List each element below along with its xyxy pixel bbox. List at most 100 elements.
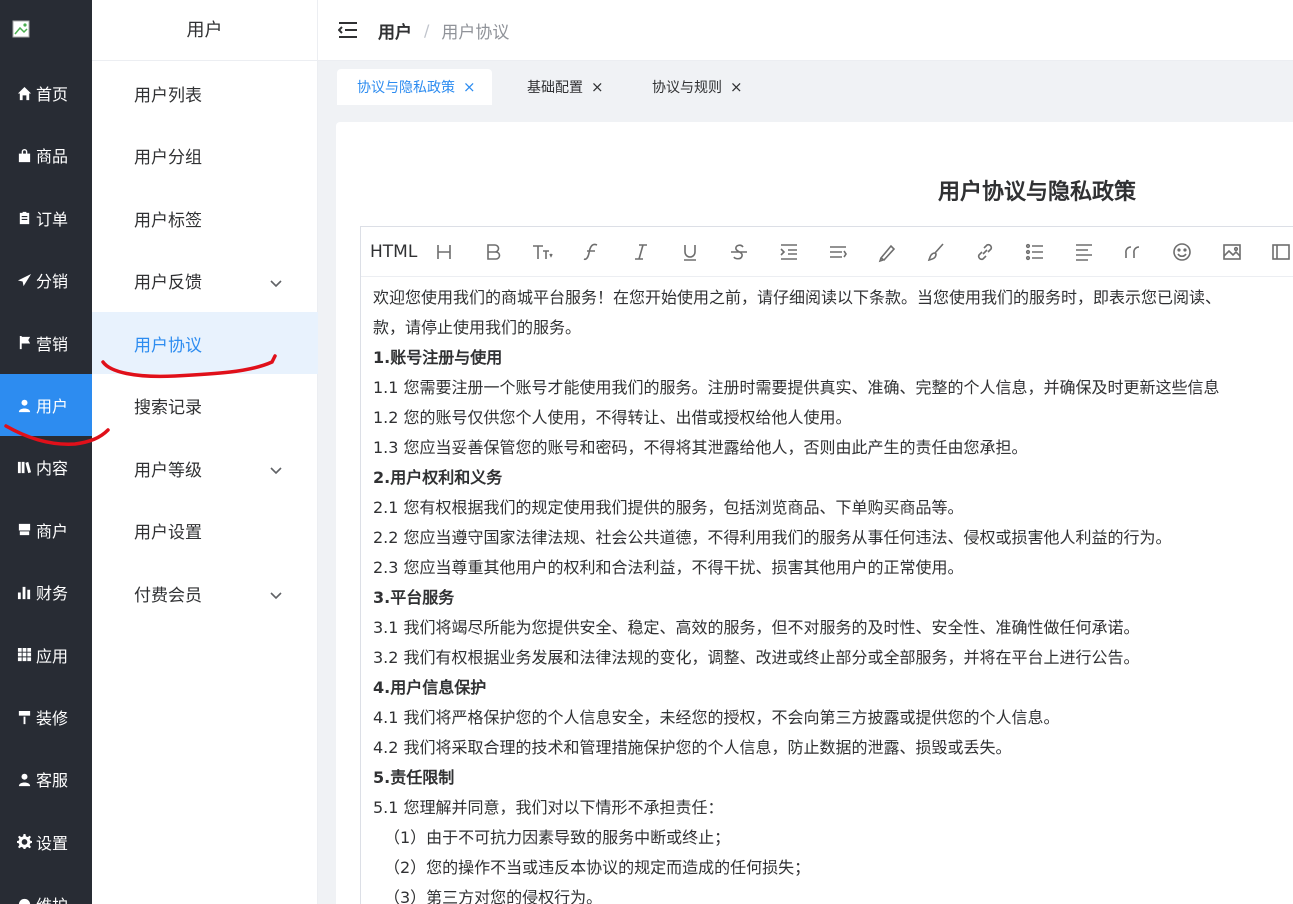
italic-icon[interactable] [630, 237, 679, 267]
rail-item-label: 订单 [36, 209, 69, 229]
rail-item-5[interactable]: 用户 [0, 374, 92, 436]
submenu-item-7[interactable]: 用户设置 [92, 500, 318, 562]
rail-item-2[interactable]: 订单 [0, 187, 92, 249]
html-mode-button[interactable]: HTML [370, 237, 433, 267]
close-icon[interactable]: × [730, 78, 743, 96]
rail-item-label: 首页 [36, 85, 69, 104]
send-icon [17, 273, 32, 288]
paragraph: 5.1 您理解并同意，我们对以下情形不承担责任： [373, 798, 724, 817]
link-icon[interactable] [974, 237, 1023, 267]
rail-item-8[interactable]: 财务 [0, 561, 92, 623]
rail-item-label: 维护 [36, 892, 68, 904]
submenu-item-0[interactable]: 用户列表 [92, 62, 318, 124]
paragraph: 1.2 您的账号仅供您个人使用，不得转让、出借或授权给他人使用。 [373, 408, 852, 427]
tool-icon [17, 897, 32, 904]
rail-item-6[interactable]: 内容 [0, 436, 92, 498]
rail-item-3[interactable]: 分销 [0, 249, 92, 311]
submenu-item-8[interactable]: 付费会员 [92, 562, 318, 624]
video-icon[interactable] [1270, 237, 1293, 267]
user-icon [17, 398, 32, 413]
book-icon [17, 460, 32, 475]
section-heading: 2.用户权利和义务 [373, 468, 503, 487]
paragraph: 2.1 您有权根据我们的规定使用我们提供的服务，包括浏览商品、下单购买商品等。 [373, 498, 964, 517]
font-family-icon[interactable] [581, 237, 630, 267]
tab-label: 协议与规则 [652, 80, 722, 96]
clipboard-icon [17, 210, 32, 225]
emoji-icon[interactable] [1171, 237, 1220, 267]
rail-item-9[interactable]: 应用 [0, 624, 92, 686]
editor-content[interactable]: 欢迎您使用我们的商城平台服务！在您开始使用之前，请仔细阅读以下条款。当您使用我们… [361, 277, 1293, 904]
paragraph: 2.3 您应当尊重其他用户的权利和合法利益，不得干扰、损害其他用户的正常使用。 [373, 558, 964, 577]
page-title: 用户协议与隐私政策 [938, 180, 1137, 205]
bar-chart-icon [17, 585, 32, 600]
submenu-item-label: 用户等级 [134, 460, 202, 481]
logo-broken-image-icon[interactable] [12, 20, 32, 40]
line-height-icon[interactable] [827, 237, 876, 267]
rail-item-0[interactable]: 首页 [0, 62, 92, 124]
rail-item-13[interactable]: 维护 [0, 873, 92, 904]
breadcrumb-root[interactable]: 用户 [378, 18, 412, 43]
rail-item-12[interactable]: 设置 [0, 811, 92, 873]
rich-text-editor: HTML 欢迎您使用我们的商城平台服务！在您开始使用之前，请仔细阅读以下条款。当… [360, 226, 1293, 904]
bullet-list-icon[interactable] [1024, 237, 1073, 267]
submenu-item-label: 用户分组 [134, 148, 202, 168]
submenu-item-3[interactable]: 用户反馈 [92, 250, 318, 312]
rail-item-label: 内容 [36, 459, 69, 479]
heading-icon[interactable] [433, 237, 482, 267]
tab-agreement-rules[interactable]: 协议与规则 × [632, 69, 759, 105]
strikethrough-icon[interactable] [728, 237, 777, 267]
rail-item-4[interactable]: 营销 [0, 312, 92, 374]
tab-label: 基础配置 [527, 80, 583, 96]
tab-basic-config[interactable]: 基础配置 × [507, 69, 620, 105]
paragraph: （2）您的操作不当或违反本协议的规定而造成的任何损失； [384, 858, 811, 877]
font-color-icon[interactable] [876, 237, 925, 267]
rail-item-label: 财务 [36, 584, 69, 604]
paint-roller-icon [17, 710, 32, 725]
home-icon [17, 86, 32, 101]
font-size-icon[interactable] [531, 237, 580, 267]
section-heading: 3.平台服务 [373, 588, 455, 607]
paragraph: 欢迎您使用我们的商城平台服务！在您开始使用之前，请仔细阅读以下条款。当您使用我们… [373, 288, 1222, 307]
rail-item-10[interactable]: 装修 [0, 686, 92, 748]
content-card: 用户协议与隐私政策 HTML 欢迎您使用我们的商城平台服务！在您开始使用之前，请… [336, 122, 1293, 904]
flag-icon [17, 335, 32, 350]
paragraph: 3.1 我们将竭尽所能为您提供安全、稳定、高效的服务，但不对服务的及时性、安全性… [373, 618, 1140, 637]
menu-fold-icon[interactable] [337, 21, 358, 39]
rail-item-label: 设置 [36, 833, 69, 853]
submenu-item-label: 用户协议 [134, 335, 202, 356]
top-header: 用户 / 用户协议 [318, 0, 1293, 61]
rail-item-7[interactable]: 商户 [0, 499, 92, 561]
align-icon[interactable] [1073, 237, 1122, 267]
submenu-item-6[interactable]: 用户等级 [92, 437, 318, 499]
submenu-item-label: 用户列表 [134, 85, 202, 106]
close-icon[interactable]: × [463, 78, 476, 96]
rail-item-label: 商户 [36, 521, 69, 541]
tab-label: 协议与隐私政策 [357, 80, 455, 96]
paragraph: （1）由于不可抗力因素导致的服务中断或终止； [384, 828, 731, 847]
chevron-down-icon [270, 586, 282, 600]
quote-icon[interactable] [1122, 237, 1171, 267]
rail-item-label: 应用 [36, 646, 69, 666]
bold-icon[interactable] [482, 237, 531, 267]
rail-item-label: 商品 [36, 147, 69, 167]
rail-item-1[interactable]: 商品 [0, 124, 92, 186]
rail-item-label: 分销 [36, 272, 69, 292]
submenu-item-4[interactable]: 用户协议 [92, 312, 318, 374]
store-icon [17, 522, 32, 537]
rail-item-label: 装修 [36, 709, 69, 728]
submenu-item-2[interactable]: 用户标签 [92, 187, 318, 249]
rail-item-label: 客服 [36, 771, 69, 791]
background-color-icon[interactable] [925, 237, 974, 267]
chevron-down-icon [270, 274, 282, 287]
underline-icon[interactable] [679, 237, 728, 267]
tab-privacy-policy[interactable]: 协议与隐私政策 × [337, 69, 492, 105]
submenu-item-5[interactable]: 搜索记录 [92, 375, 318, 437]
paragraph: 1.1 您需要注册一个账号才能使用我们的服务。注册时需要提供真实、准确、完整的个… [373, 378, 1220, 397]
rail-item-11[interactable]: 客服 [0, 748, 92, 810]
submenu-item-1[interactable]: 用户分组 [92, 125, 318, 187]
indent-icon[interactable] [778, 237, 827, 267]
user-submenu: 用户 用户列表 用户分组 用户标签 用户反馈 用户协议 搜索记录 用户等级 用户设置 付费会员 [92, 0, 318, 904]
close-icon[interactable]: × [591, 78, 604, 96]
image-icon[interactable] [1221, 237, 1270, 267]
submenu-item-label: 付费会员 [134, 585, 202, 606]
